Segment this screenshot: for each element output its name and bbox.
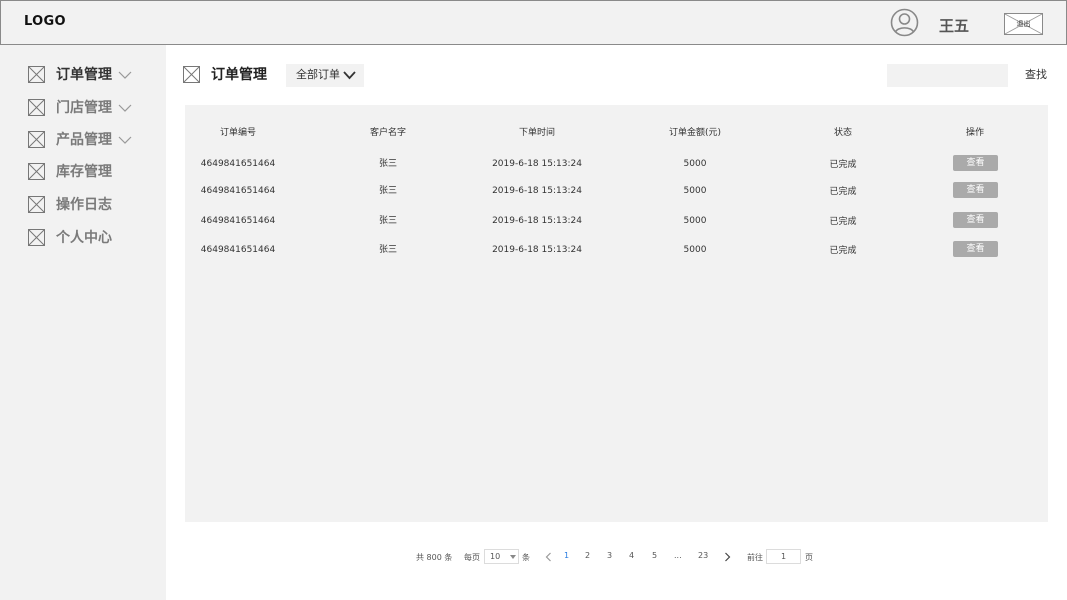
cell-order-id: 4649841651464 [200, 245, 276, 255]
view-order-button[interactable]: 查看 [953, 212, 998, 228]
cell-order-amount: 5000 [683, 186, 707, 196]
column-header-order-time: 下单时间 [518, 128, 555, 138]
caret-down-icon [510, 555, 516, 559]
view-order-button[interactable]: 查看 [953, 155, 998, 171]
sidebar-item-label: 库存管理 [56, 164, 112, 180]
per-page-label: 每页 [464, 553, 480, 562]
search-input[interactable] [887, 64, 1008, 87]
sidebar-item-products[interactable]: 产品管理 [28, 130, 158, 150]
sidebar-item-orders[interactable]: 订单管理 [28, 65, 158, 85]
column-header-order-amount: 订单金额(元) [668, 128, 722, 138]
cell-order-time: 2019-6-18 15:13:24 [492, 159, 582, 169]
sidebar-item-label: 订单管理 [56, 67, 112, 83]
cell-order-status: 已完成 [829, 246, 857, 256]
per-page-select[interactable]: 10 [484, 549, 519, 564]
placeholder-image-icon [28, 163, 45, 180]
sidebar-item-label: 个人中心 [56, 230, 112, 246]
chevron-down-icon[interactable] [118, 135, 132, 145]
column-header-order-id: 订单编号 [219, 128, 256, 138]
sidebar-item-label: 门店管理 [56, 100, 112, 116]
column-header-order-action: 操作 [965, 128, 984, 138]
per-page-value: 10 [490, 552, 501, 561]
chevron-down-icon[interactable] [118, 70, 132, 80]
placeholder-image-icon [28, 66, 45, 83]
page-number[interactable]: 23 [698, 550, 708, 562]
logout-button[interactable]: 退出 [1004, 13, 1043, 35]
placeholder-image-icon [28, 99, 45, 116]
orders-table [185, 105, 1048, 522]
goto-label: 前往 [747, 553, 763, 562]
total-count: 共 800 条 [416, 553, 453, 562]
cell-order-amount: 5000 [683, 159, 707, 169]
sidebar-item-inventory[interactable]: 库存管理 [28, 162, 158, 182]
chevron-right-icon[interactable] [724, 552, 731, 562]
chevron-down-icon [343, 71, 356, 80]
cell-order-amount: 5000 [683, 216, 707, 226]
page-number[interactable]: 2 [585, 550, 590, 562]
cell-order-status: 已完成 [829, 217, 857, 227]
cell-order-id: 4649841651464 [200, 216, 276, 226]
cell-order-status: 已完成 [829, 160, 857, 170]
cell-customer-name: 张三 [378, 245, 397, 255]
cell-order-id: 4649841651464 [200, 159, 276, 169]
cell-order-time: 2019-6-18 15:13:24 [492, 245, 582, 255]
page-ellipsis: ... [674, 551, 682, 560]
view-order-button[interactable]: 查看 [953, 241, 998, 257]
view-order-button[interactable]: 查看 [953, 182, 998, 198]
cell-order-status: 已完成 [829, 187, 857, 197]
cell-customer-name: 张三 [378, 159, 397, 169]
logo: LOGO [24, 14, 66, 29]
placeholder-image-icon [183, 66, 200, 83]
cell-order-amount: 5000 [683, 245, 707, 255]
sidebar-item-logs[interactable]: 操作日志 [28, 195, 158, 215]
cell-order-id: 4649841651464 [200, 186, 276, 196]
page-number[interactable]: 5 [652, 550, 657, 562]
sidebar-item-profile[interactable]: 个人中心 [28, 228, 158, 248]
top-bar: LOGO 王五 退出 [0, 0, 1067, 45]
page-number[interactable]: 4 [629, 550, 634, 562]
search-button[interactable]: 查找 [1025, 68, 1047, 82]
placeholder-image-icon [28, 196, 45, 213]
column-header-customer-name: 客户名字 [369, 128, 406, 138]
column-header-order-status: 状态 [833, 128, 852, 138]
page-number[interactable]: 1 [564, 550, 569, 562]
chevron-down-icon[interactable] [118, 103, 132, 113]
chevron-left-icon[interactable] [545, 552, 552, 562]
order-filter-value: 全部订单 [296, 68, 340, 81]
page-title: 订单管理 [211, 67, 267, 83]
cell-order-time: 2019-6-18 15:13:24 [492, 186, 582, 196]
page-number[interactable]: 3 [607, 550, 612, 562]
sidebar-item-stores[interactable]: 门店管理 [28, 98, 158, 118]
sidebar [0, 45, 166, 600]
goto-page-input[interactable] [766, 549, 801, 564]
per-page-unit: 条 [522, 553, 530, 562]
sidebar-item-label: 产品管理 [56, 132, 112, 148]
username[interactable]: 王五 [939, 15, 969, 36]
cell-customer-name: 张三 [378, 186, 397, 196]
goto-unit: 页 [805, 553, 813, 562]
sidebar-item-label: 操作日志 [56, 197, 112, 213]
user-circle-icon[interactable] [890, 8, 919, 37]
placeholder-image-icon [28, 229, 45, 246]
cell-customer-name: 张三 [378, 216, 397, 226]
cell-order-time: 2019-6-18 15:13:24 [492, 216, 582, 226]
placeholder-image-icon [28, 131, 45, 148]
order-filter-dropdown[interactable]: 全部订单 [286, 64, 364, 87]
logout-label: 退出 [1016, 20, 1031, 28]
